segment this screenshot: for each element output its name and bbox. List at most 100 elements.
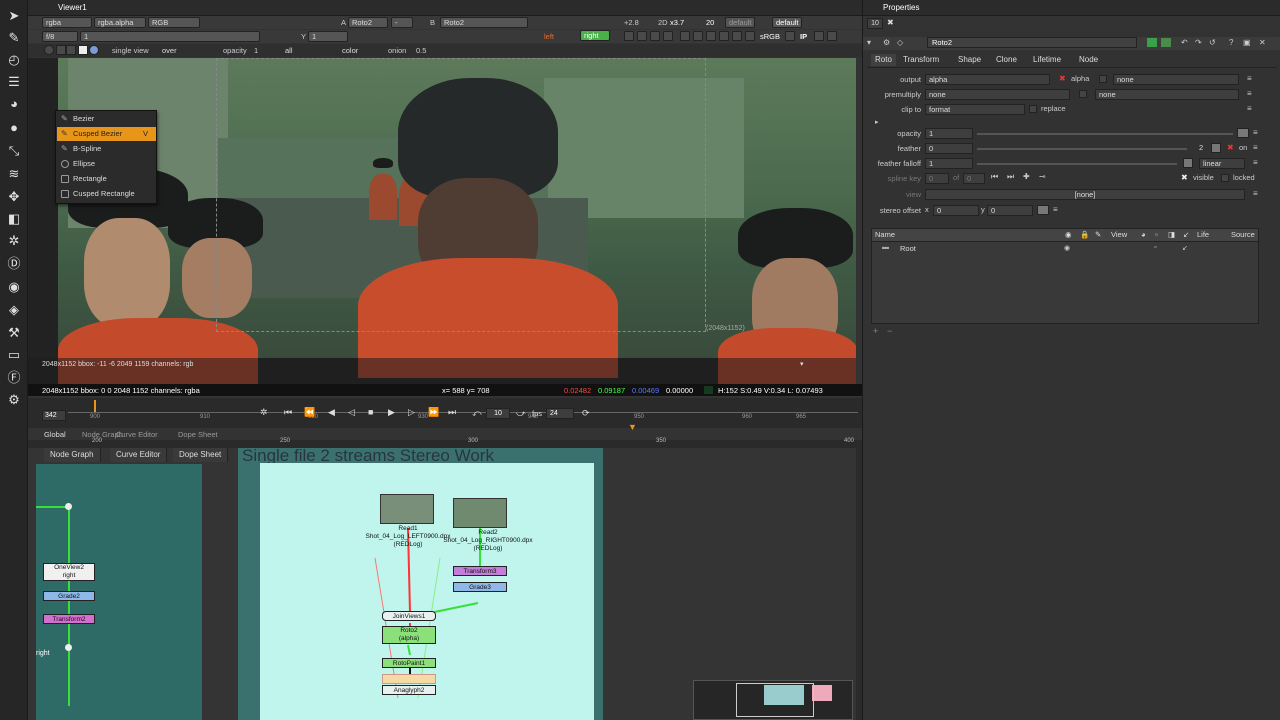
node-read2[interactable]: Read2 Shot_04_Log_RIGHT0900.dpx (REDLog) bbox=[438, 529, 538, 557]
view-mode-label[interactable]: single view bbox=[112, 45, 149, 56]
color-dropdown[interactable]: color bbox=[338, 45, 372, 56]
channels-dropdown[interactable]: rgba bbox=[42, 17, 92, 28]
node-graph-minimap[interactable] bbox=[693, 680, 853, 720]
column-lock-icon[interactable]: 🔒 bbox=[1077, 229, 1089, 241]
wipe-dropdown[interactable]: over bbox=[158, 45, 216, 56]
root-visible-icon[interactable]: ◉ bbox=[1064, 244, 1070, 252]
root-blend-icon[interactable]: ↙ bbox=[1182, 244, 1188, 252]
skip-frames-input[interactable]: 10 bbox=[486, 408, 510, 419]
read1-thumbnail[interactable] bbox=[380, 494, 434, 524]
clipto-dropdown[interactable]: format bbox=[925, 104, 1025, 115]
mid-tab-dope-sheet[interactable]: Dope Sheet bbox=[178, 430, 218, 439]
falloff-slider[interactable] bbox=[977, 163, 1177, 165]
last-frame-icon[interactable]: ⏭ bbox=[448, 407, 456, 418]
redo-icon[interactable]: ↷ bbox=[1195, 38, 1202, 47]
other-icon[interactable]: ▭ bbox=[6, 347, 22, 363]
proxy-value[interactable]: 20 bbox=[706, 17, 714, 28]
settings-icon[interactable]: ⚙ bbox=[6, 392, 22, 408]
node-color-icon[interactable] bbox=[1147, 38, 1157, 47]
node-oneview2[interactable]: OneView2 right bbox=[43, 563, 95, 581]
transform-icon[interactable]: ✥ bbox=[6, 189, 22, 205]
feather-animate-button[interactable] bbox=[1211, 143, 1221, 153]
float-icon[interactable]: ◇ bbox=[897, 38, 903, 47]
feather-on-check-icon[interactable]: ✖ bbox=[1227, 143, 1234, 152]
view-link-icon[interactable]: ≡ bbox=[1253, 189, 1258, 198]
grid-icon[interactable] bbox=[785, 31, 795, 41]
pause-render-icon[interactable] bbox=[745, 31, 755, 41]
tab-shape[interactable]: Shape bbox=[958, 54, 981, 66]
tree-root-item[interactable]: Root bbox=[900, 244, 916, 253]
node-joinviews1[interactable]: JoinViews1 bbox=[382, 611, 436, 621]
zoom-value[interactable]: x3.7 bbox=[670, 17, 684, 28]
menu-item-bezier[interactable]: ✎ Bezier bbox=[57, 112, 156, 126]
properties-tab-title[interactable]: Properties bbox=[883, 3, 919, 12]
feather-input[interactable]: 0 bbox=[925, 143, 973, 154]
play-backward-icon[interactable]: ◁ bbox=[348, 407, 355, 418]
maximize-icon[interactable] bbox=[827, 31, 837, 41]
color-wheel-icon[interactable] bbox=[89, 45, 99, 55]
column-blend-icon[interactable]: ↙ bbox=[1180, 229, 1189, 241]
node-transform2[interactable]: Transform2 bbox=[43, 614, 95, 624]
menu-item-ellipse[interactable]: Ellipse bbox=[57, 157, 156, 171]
node-graph-panel[interactable]: Node Graph Curve Editor Dope Sheet Singl… bbox=[28, 446, 856, 720]
deep-icon[interactable]: Ⓓ bbox=[6, 256, 22, 272]
current-frame-input[interactable]: 342 bbox=[42, 410, 66, 421]
output-check-icon[interactable]: ✖ bbox=[1059, 74, 1066, 83]
node-anaglyph2[interactable]: Anaglyph2 bbox=[382, 685, 436, 695]
record-icon[interactable] bbox=[719, 31, 729, 41]
toolsets-icon[interactable]: ⚒ bbox=[6, 325, 22, 341]
clip-warning-icon[interactable] bbox=[637, 31, 647, 41]
overlay-icon[interactable] bbox=[650, 31, 660, 41]
canvas-expand-icon[interactable]: ▾ bbox=[800, 360, 804, 368]
refresh-icon[interactable] bbox=[680, 31, 690, 41]
opacity-slider[interactable] bbox=[977, 133, 1233, 135]
input-process-dropdown[interactable]: default bbox=[772, 17, 802, 28]
playhead[interactable] bbox=[94, 400, 96, 412]
menu-item-rectangle[interactable]: Rectangle bbox=[57, 172, 156, 186]
viewer-gear-icon[interactable] bbox=[44, 45, 54, 55]
output-link-icon[interactable]: ≡ bbox=[1247, 74, 1252, 83]
first-frame-icon[interactable]: ⏮ bbox=[284, 407, 292, 418]
premultiply-dropdown[interactable]: none bbox=[925, 89, 1070, 100]
column-overlay-icon[interactable]: ▫ bbox=[1152, 229, 1158, 241]
tab-node-graph[interactable]: Node Graph bbox=[44, 448, 101, 462]
onion-value[interactable]: 0.5 bbox=[416, 45, 426, 56]
collapse-icon[interactable]: ▾ bbox=[867, 38, 871, 47]
region-of-interest[interactable] bbox=[216, 58, 706, 332]
column-edit-icon[interactable]: ✎ bbox=[1092, 229, 1101, 241]
right-view-button[interactable]: right bbox=[580, 30, 610, 41]
menu-item-bspline[interactable]: ✎ B-Spline bbox=[57, 142, 156, 156]
global-label[interactable]: Global bbox=[44, 430, 66, 439]
display-dropdown[interactable]: RGB bbox=[148, 17, 200, 28]
stop-playback-icon[interactable]: ■ bbox=[368, 407, 373, 417]
close-panel-icon[interactable]: ✕ bbox=[1259, 38, 1266, 47]
opacity-input[interactable]: 1 bbox=[925, 128, 973, 139]
particles-icon[interactable]: ✲ bbox=[6, 233, 22, 249]
mask-icon[interactable] bbox=[706, 31, 716, 41]
dimension-label[interactable]: 2D bbox=[658, 17, 668, 28]
node-grade3[interactable]: Grade3 bbox=[453, 582, 507, 592]
white-swatch-icon[interactable] bbox=[78, 45, 88, 55]
help-icon[interactable]: ? bbox=[1229, 38, 1233, 47]
replace-checkbox[interactable] bbox=[1029, 105, 1037, 113]
revert-icon[interactable]: ↺ bbox=[1209, 38, 1216, 47]
wipe-opacity-value[interactable]: 1 bbox=[254, 45, 258, 56]
output-none-dropdown[interactable]: none bbox=[1113, 74, 1239, 85]
viewer-canvas[interactable]: (2048x1152) 2048x1152 bbox: -11 -6 2049 … bbox=[28, 58, 856, 384]
undo-icon[interactable]: ↶ bbox=[1181, 38, 1188, 47]
stereo-x-input[interactable]: 0 bbox=[933, 205, 979, 216]
metadata-icon[interactable]: ◈ bbox=[6, 302, 22, 318]
gamma-input[interactable]: 1 bbox=[308, 31, 348, 42]
feather-slider[interactable] bbox=[977, 148, 1187, 150]
skip-forward-icon[interactable]: ⤻ bbox=[516, 408, 526, 419]
falloff-animate-button[interactable] bbox=[1183, 158, 1193, 168]
premultiply-checkbox[interactable] bbox=[1079, 90, 1087, 98]
a-input-dropdown[interactable]: Roto2 bbox=[348, 17, 388, 28]
b-input-dropdown[interactable]: Roto2 bbox=[440, 17, 528, 28]
color-icon[interactable]: ◕ bbox=[6, 96, 22, 112]
fps-input[interactable]: 24 bbox=[546, 408, 574, 419]
node-roto2[interactable]: Roto2 (alpha) bbox=[382, 626, 436, 644]
expand-arrow-icon[interactable]: ▸ bbox=[875, 118, 879, 126]
stereo-y-input[interactable]: 0 bbox=[987, 205, 1033, 216]
node-rotopaint1[interactable]: RotoPaint1 bbox=[382, 658, 436, 668]
